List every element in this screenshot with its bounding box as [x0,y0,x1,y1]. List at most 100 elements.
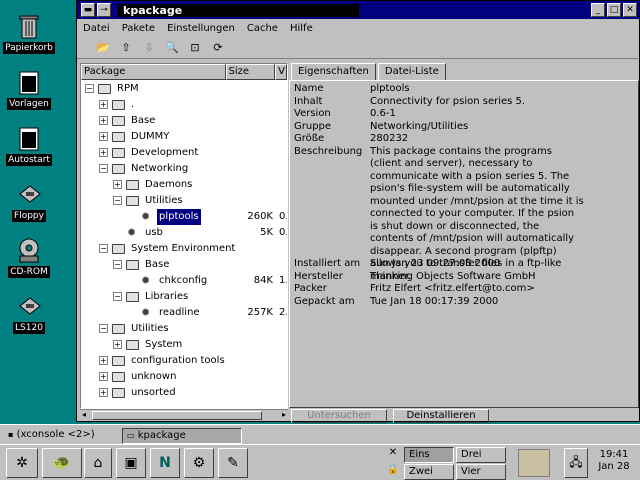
desktop-button-zwei[interactable]: Zwei [404,464,454,480]
untersuchen-button[interactable]: Untersuchen [291,409,387,423]
tree-group-row[interactable]: − Utilities [81,321,287,337]
desktop-button-drei[interactable]: Drei [456,447,506,463]
tree-group-row[interactable]: + System [81,337,287,353]
desktop-icon-ls120[interactable]: LS120 [2,292,56,334]
network-monitor-button[interactable]: 🖧 [564,448,588,478]
tree-group-row[interactable]: + Base [81,113,287,129]
column-header-size[interactable]: Size [225,64,276,80]
terminal-button[interactable]: ▣ [116,448,146,478]
property-key: Gruppe [294,120,332,132]
netscape-button[interactable]: N [150,448,180,478]
find-file-button[interactable]: ⊡ [185,39,205,57]
titlebar[interactable]: ▬ ⊸ kpackage _ □ ✕ [77,1,639,19]
tree-group-row[interactable]: − Base [81,257,287,273]
folder-icon [112,132,125,142]
package-icon: ✹ [141,210,151,223]
close-button[interactable]: ✕ [623,3,637,17]
tree-package-row[interactable]: ✹ plptools 260K 0. [81,209,287,225]
menu-einstellungen[interactable]: Einstellungen [167,23,235,34]
desktop-icon-autostart[interactable]: Autostart [2,124,56,166]
desktop-button-vier[interactable]: Vier [456,464,506,480]
task-xconsole[interactable]: ▪ (xconsole <2>) [4,428,118,444]
deinstallieren-button[interactable]: Deinstallieren [393,409,489,423]
tree-package-row[interactable]: ✹ chkconfig 84K 1. [81,273,287,289]
property-value: Thinking Objects Software GmbH [370,270,536,282]
tree-group-row[interactable]: + DUMMY [81,129,287,145]
desktop-icon-floppy[interactable]: Floppy [2,180,56,222]
folder-icon [112,324,125,334]
collapse-icon[interactable]: − [99,244,108,253]
property-key: Installiert am [294,258,361,269]
menu-hilfe[interactable]: Hilfe [290,23,313,34]
column-header-version[interactable]: V [275,64,287,80]
sticky-button[interactable]: ⊸ [97,3,111,17]
tree-item-label: Libraries [145,291,189,302]
kpackage-launcher-button[interactable]: ⚙ [184,448,214,478]
menu-pakete[interactable]: Pakete [122,23,155,34]
desktop-icon-cdrom[interactable]: CD-ROM [2,236,56,278]
tree-group-row[interactable]: + unknown [81,369,287,385]
package-tree[interactable]: Package Size V − RPM +. + Base + DUMMY + Develop… [80,63,288,409]
tree-package-row[interactable]: ✹ readline 257K 2. [81,305,287,321]
tab-datei-liste[interactable]: Datei-Liste [377,63,446,81]
install-button[interactable]: ⇧ [116,39,136,57]
tree-item-label: plptools [157,209,201,225]
collapse-icon[interactable]: − [85,84,94,93]
window-menu-button[interactable]: ▬ [81,3,95,17]
expand-icon[interactable]: + [99,132,108,141]
kpackage-icon: ▭ [127,431,135,440]
minimize-button[interactable]: _ [591,3,605,17]
expand-icon[interactable]: + [99,372,108,381]
tree-group-row[interactable]: + Development [81,145,287,161]
collapse-icon[interactable]: − [113,196,122,205]
expand-icon[interactable]: + [113,180,122,189]
xconsole-icon: ▪ [8,430,14,439]
expand-icon[interactable]: + [99,100,108,109]
turtle-button[interactable]: 🐢 [42,448,82,478]
desktop-icon-trash[interactable]: Papierkorb [2,12,56,54]
expand-icon[interactable]: + [99,388,108,397]
open-file-button[interactable]: 📂 [93,39,113,57]
tree-group-row[interactable]: − Utilities [81,193,287,209]
scroll-right-icon: ▸ [281,410,286,419]
menu-cache[interactable]: Cache [247,23,278,34]
k-menu-button[interactable]: ✲ [6,448,38,478]
tree-package-row[interactable]: ✹ usb 5K 0. [81,225,287,241]
scroll-thumb[interactable] [92,411,262,420]
expand-icon[interactable]: + [99,116,108,125]
home-button[interactable]: ⌂ [84,448,112,478]
magnifier-icon: 🔍 [165,41,179,54]
turtle-icon: 🐢 [53,455,71,471]
desktop-icon-vorlagen[interactable]: Vorlagen [2,68,56,110]
tree-group-row[interactable]: − RPM [81,81,287,97]
column-header-package[interactable]: Package [81,64,226,80]
menu-datei[interactable]: Datei [83,23,110,34]
editor-button[interactable]: ✎ [218,448,248,478]
reload-button[interactable]: ⟳ [208,39,228,57]
tree-group-row[interactable]: − Libraries [81,289,287,305]
clock[interactable]: 19:41 Jan 28 [592,449,636,473]
tree-group-row[interactable]: + configuration tools [81,353,287,369]
tree-group-row[interactable]: + Daemons [81,177,287,193]
pager-thumbnail[interactable] [518,449,550,477]
tree-group-row[interactable]: + unsorted [81,385,287,401]
collapse-icon[interactable]: − [99,324,108,333]
expand-icon[interactable]: + [113,340,122,349]
task-kpackage[interactable]: ▭ kpackage [122,428,242,444]
tree-group-row[interactable]: − System Environment [81,241,287,257]
collapse-icon[interactable]: − [99,164,108,173]
tree-group-row[interactable]: − Networking [81,161,287,177]
tree-group-row[interactable]: +. [81,97,287,113]
find-button[interactable]: 🔍 [162,39,182,57]
tree-horizontal-scrollbar[interactable]: ◂ ▸ [80,409,288,421]
tab-eigenschaften[interactable]: Eigenschaften [291,63,376,81]
desktop-button-eins[interactable]: Eins [404,447,454,463]
lock-button[interactable]: ✕ [386,447,400,461]
logout-button[interactable]: 🔒 [386,464,400,478]
expand-icon[interactable]: + [99,356,108,365]
collapse-icon[interactable]: − [113,292,122,301]
collapse-icon[interactable]: − [113,260,122,269]
maximize-button[interactable]: □ [607,3,621,17]
expand-icon[interactable]: + [99,148,108,157]
uninstall-tool-button[interactable]: ⇩ [139,39,159,57]
